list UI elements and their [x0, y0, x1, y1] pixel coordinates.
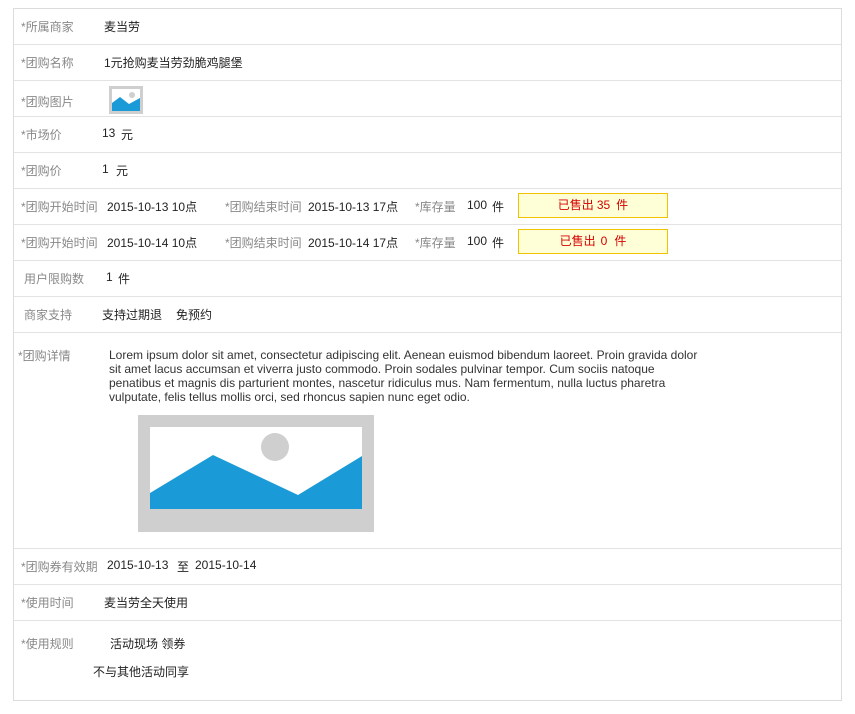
validity-to: 2015-10-14 [195, 558, 257, 572]
merchant-support-label: 商家支持 [24, 308, 73, 322]
usage-rule-line: 活动现场 领券 [110, 637, 186, 651]
support-tag-no-reservation: 免预约 [176, 308, 213, 322]
row-merchant-support: 商家支持 支持过期退 免预约 [14, 297, 841, 333]
deal-price-label: *团购价 [21, 164, 62, 178]
merchant-label: *所属商家 [21, 20, 74, 34]
session-end-label: *团购结束时间 [225, 236, 302, 250]
market-price-label: *市场价 [21, 128, 62, 142]
row-validity: *团购券有效期 2015-10-13 至 2015-10-14 [14, 549, 841, 585]
support-tag-refund: 支持过期退 [102, 308, 163, 322]
row-usage-time: *使用时间 麦当劳全天使用 [14, 585, 841, 621]
sold-unit: 件 [614, 234, 627, 248]
deal-price-unit: 元 [116, 164, 129, 178]
user-limit-unit: 件 [118, 272, 131, 286]
merchant-value: 麦当劳 [104, 20, 141, 34]
user-limit-value: 1 [106, 270, 113, 284]
usage-rules-label: *使用规则 [21, 637, 74, 651]
session-start-value: 2015-10-14 10点 [107, 236, 198, 250]
row-merchant: *所属商家 麦当劳 [14, 9, 841, 45]
row-session: *团购开始时间 2015-10-13 10点 *团购结束时间 2015-10-1… [14, 189, 841, 225]
stock-value: 100 [467, 198, 488, 212]
usage-rule-line: 不与其他活动同享 [93, 665, 190, 679]
session-end-value: 2015-10-14 17点 [308, 236, 399, 250]
row-market-price: *市场价 13 元 [14, 117, 841, 153]
deal-name-label: *团购名称 [21, 56, 74, 70]
row-deal-name: *团购名称 1元抢购麦当劳劲脆鸡腿堡 [14, 45, 841, 81]
validity-from: 2015-10-13 [107, 558, 169, 572]
deal-details-text: Lorem ipsum dolor sit amet, consectetur … [109, 348, 698, 404]
usage-time-label: *使用时间 [21, 596, 74, 610]
row-session: *团购开始时间 2015-10-14 10点 *团购结束时间 2015-10-1… [14, 225, 841, 261]
row-usage-rules: *使用规则 活动现场 领券 不与其他活动同享 [14, 621, 841, 700]
sold-prefix: 已售出 [559, 234, 596, 248]
row-deal-price: *团购价 1 元 [14, 153, 841, 189]
image-placeholder-icon[interactable] [109, 86, 143, 114]
deal-details-label: *团购详情 [18, 349, 71, 363]
deal-price-value: 1 [102, 162, 109, 176]
stock-unit: 件 [492, 236, 505, 250]
usage-time-value: 麦当劳全天使用 [104, 596, 189, 610]
sold-value: 35 [596, 198, 611, 212]
validity-label: *团购券有效期 [21, 560, 98, 574]
stock-label: *库存量 [415, 200, 456, 214]
stock-value: 100 [467, 234, 488, 248]
row-user-limit: 用户限购数 1 件 [14, 261, 841, 297]
session-start-label: *团购开始时间 [21, 236, 98, 250]
session-start-label: *团购开始时间 [21, 200, 98, 214]
deal-detail-panel: *所属商家 麦当劳 *团购名称 1元抢购麦当劳劲脆鸡腿堡 *团购图片 *市场价 … [13, 8, 842, 701]
market-price-value: 13 [102, 126, 116, 140]
sold-prefix: 已售出 [557, 198, 594, 212]
session-end-value: 2015-10-13 17点 [308, 200, 399, 214]
session-start-value: 2015-10-13 10点 [107, 200, 198, 214]
user-limit-label: 用户限购数 [24, 272, 85, 286]
session-end-label: *团购结束时间 [225, 200, 302, 214]
validity-separator: 至 [177, 560, 190, 574]
deal-image-label: *团购图片 [21, 95, 74, 109]
sold-value: 0 [600, 234, 608, 248]
stock-unit: 件 [492, 200, 505, 214]
stock-label: *库存量 [415, 236, 456, 250]
image-placeholder-icon [150, 427, 362, 509]
sold-unit: 件 [616, 198, 629, 212]
market-price-unit: 元 [121, 128, 134, 142]
deal-name-value: 1元抢购麦当劳劲脆鸡腿堡 [104, 56, 243, 70]
sold-count-badge: 已售出 0 件 [518, 229, 668, 254]
sold-count-badge: 已售出 35 件 [518, 193, 668, 218]
deal-details-image [138, 415, 374, 532]
